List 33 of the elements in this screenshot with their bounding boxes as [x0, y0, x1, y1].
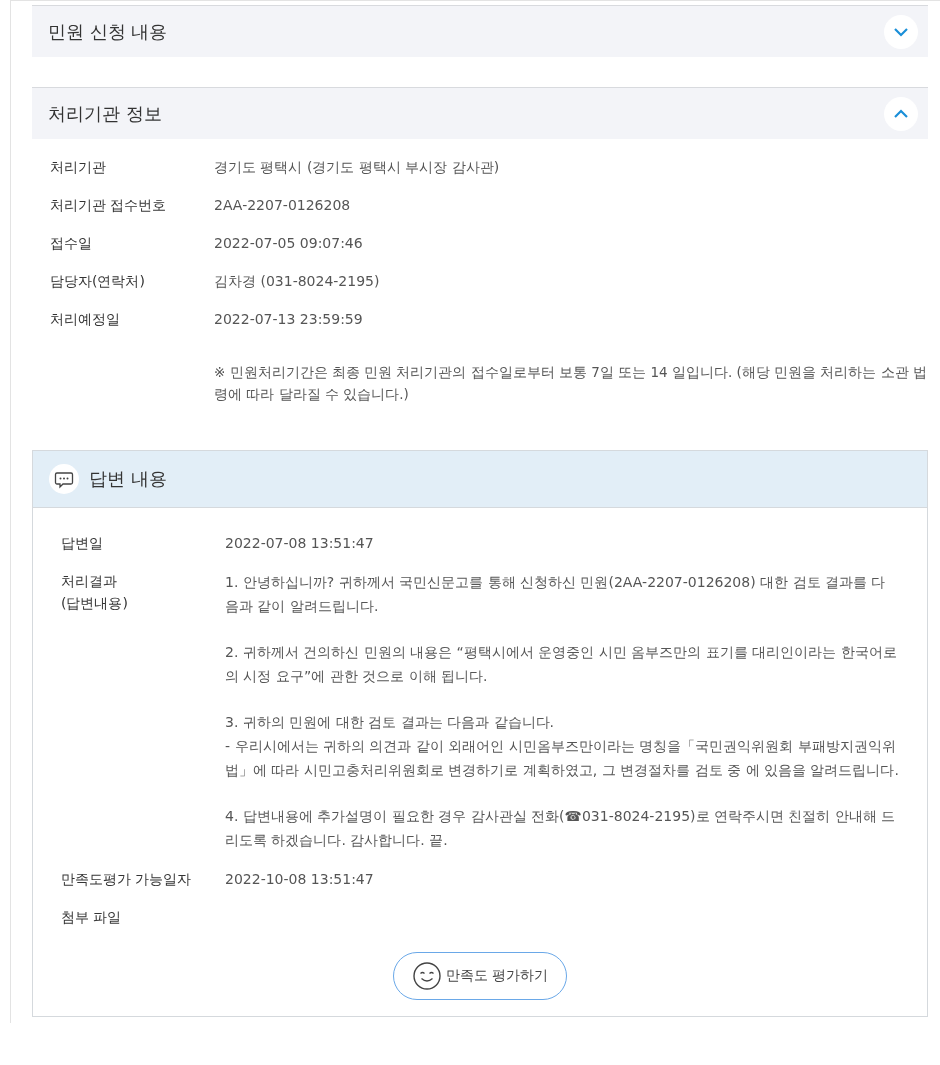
field-label: 처리기관 접수번호 — [50, 197, 168, 215]
answer-text: 2. 귀하께서 건의하신 민원의 내용은 “평택시에서 운영중인 시민 옴부즈만의 표기를 대리인이라는 한국어로의 시정 요구”에 관한 것으로 이해 됩니다. — [225, 643, 898, 686]
answer-text: - 우리시에서는 귀하의 의견과 같이 외래어인 시민옴부즈만이라는 명칭을「국민권익위원회 부패방지권익위법」에 따라 시민고충처리위원회로 변경하기로 계획하였고, 그 변경절차를 검토 중 에 있음을 알려드립니다. — [225, 737, 899, 780]
field-label: (답변내용) — [61, 594, 129, 613]
field-label: 처리기관 — [50, 159, 107, 177]
field-value: 2022-07-05 09:07:46 — [214, 235, 363, 251]
field-label: 담당자(연락처) — [50, 273, 146, 291]
field-label: 첨부 파일 — [61, 908, 123, 927]
field-value: 2AA-2207-0126208 — [214, 197, 351, 213]
answer-text: 3. 귀하의 민원에 대한 검토 결과는 다음과 같습니다. — [225, 713, 555, 732]
field-label: 접수일 — [50, 235, 93, 253]
rate-button[interactable]: 만족도 평가하기 — [392, 952, 568, 1000]
field-label: 처리예정일 — [50, 311, 121, 329]
toggle-icon[interactable] — [884, 96, 918, 131]
field-label: 만족도평가 가능일자 — [61, 870, 193, 889]
field-value: 경기도 평택시 (경기도 평택시 부시장 감사관) — [214, 159, 500, 177]
field-label: 답변일 — [61, 534, 104, 553]
toggle-icon[interactable] — [884, 14, 918, 49]
answer-text: 1. 안녕하십니까? 귀하께서 국민신문고를 통해 신청하신 민원(2AA-2207-0126208) 대한 검토 결과를 다음과 같이 알려드립니다. — [225, 573, 887, 616]
field-value: 2022-10-08 13:51:47 — [225, 870, 374, 889]
section-title: 처리기관 정보 — [48, 101, 162, 126]
field-value: 김차경 (031-8024-2195) — [214, 273, 380, 291]
field-label: 처리결과 — [61, 572, 118, 591]
speech-bubble-icon — [49, 464, 79, 494]
section-title: 민원 신청 내용 — [48, 19, 168, 44]
panel-title: 답변 내용 — [89, 467, 167, 491]
section-header[interactable]: 처리기관 정보 — [32, 87, 928, 139]
field-value: 2022-07-13 23:59:59 — [214, 311, 363, 327]
answer-text: 4. 답변내용에 추가설명이 필요한 경우 감사관실 전화(☎031-8024-2195)로 연락주시면 친절히 안내해 드리도록 하겠습니다. 감사합니다. 끝. — [225, 807, 897, 850]
field-value: 2022-07-08 13:51:47 — [225, 534, 374, 553]
smiley-icon — [411, 961, 442, 991]
note-text: ※ 민원처리기간은 최종 민원 처리기관의 접수일로부터 보통 7일 또는 14 일입니다. (해당 민원을 처리하는 소관 법령에 따라 달라질 수 있습니다.) — [214, 363, 928, 404]
section-header[interactable]: 민원 신청 내용 — [32, 5, 928, 57]
